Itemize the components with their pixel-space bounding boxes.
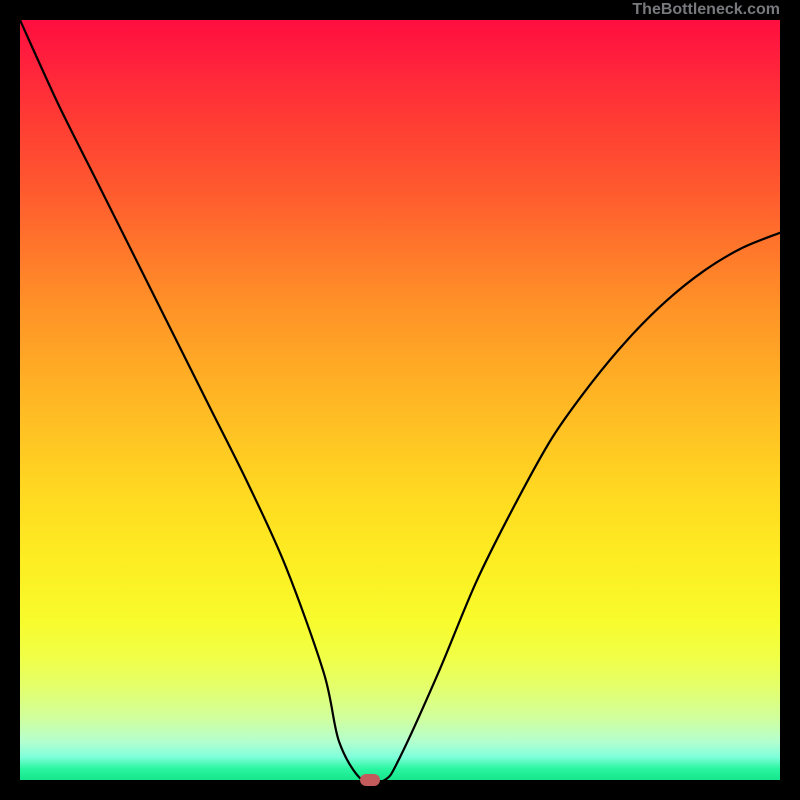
- minimum-marker: [360, 774, 380, 786]
- bottleneck-curve: [20, 20, 780, 780]
- chart-frame: TheBottleneck.com: [0, 0, 800, 800]
- watermark-text: TheBottleneck.com: [632, 0, 780, 20]
- chart-plot-area: [20, 20, 780, 780]
